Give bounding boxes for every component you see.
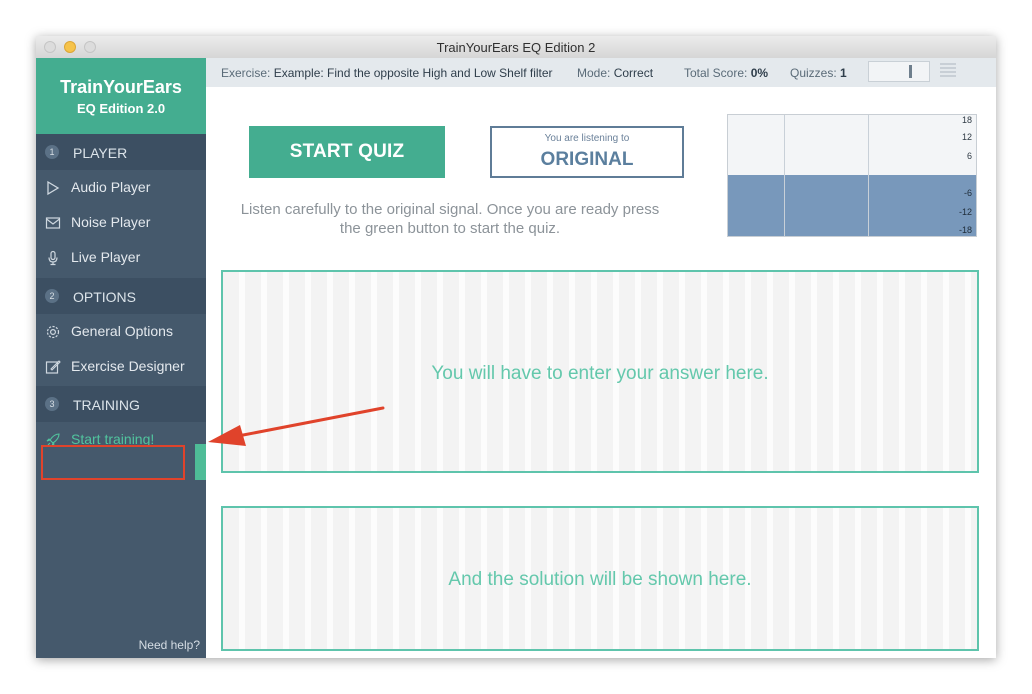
meter-tick: -18	[958, 225, 972, 235]
sidebar-item-exercise-designer[interactable]: Exercise Designer	[36, 349, 206, 384]
microphone-icon	[48, 250, 58, 266]
section-number: 2	[45, 289, 59, 303]
annotation-highlight-box	[41, 445, 185, 480]
section-number: 3	[45, 397, 59, 411]
answer-placeholder: You will have to enter your answer here.	[431, 363, 769, 384]
sidebar-item-audio-player[interactable]: Audio Player	[36, 170, 206, 205]
score-label: Total Score:	[684, 66, 748, 80]
sidebar-item-label: Exercise Designer	[71, 358, 185, 374]
sidebar-item-label: Noise Player	[71, 214, 151, 230]
section-player: 1 PLAYER	[36, 134, 206, 170]
mode-value: Correct	[613, 66, 654, 80]
quizzes-info: Quizzes: 1	[790, 66, 847, 80]
meter-tick: 6	[966, 151, 972, 161]
section-label: OPTIONS	[73, 289, 137, 305]
level-meter-icon	[940, 63, 956, 81]
section-options: 2 OPTIONS	[36, 278, 206, 314]
sidebar-item-noise-player[interactable]: Noise Player	[36, 205, 206, 240]
section-label: TRAINING	[73, 397, 140, 413]
sidebar-item-label: Audio Player	[71, 179, 151, 195]
meter-positive-area	[728, 115, 976, 175]
meter-gridline	[868, 115, 869, 236]
section-training: 3 TRAINING	[36, 386, 206, 422]
title-bar: TrainYourEars EQ Edition 2	[36, 36, 996, 59]
active-indicator	[195, 444, 206, 480]
score-info: Total Score: 0%	[684, 66, 768, 80]
instructions-text: Listen carefully to the original signal.…	[240, 201, 660, 237]
edit-icon	[45, 360, 61, 374]
volume-slider-knob[interactable]	[909, 65, 912, 78]
score-value: 0%	[750, 66, 769, 80]
quizzes-label: Quizzes:	[790, 66, 837, 80]
app-window: TrainYourEars EQ Edition 2 TrainYourEars…	[36, 36, 996, 658]
quizzes-value: 1	[840, 66, 847, 80]
status-bar: Exercise: Example: Find the opposite Hig…	[206, 58, 996, 87]
play-icon	[47, 180, 60, 196]
mode-label: Mode:	[577, 66, 611, 80]
volume-slider[interactable]	[868, 61, 930, 82]
window-title: TrainYourEars EQ Edition 2	[436, 40, 596, 55]
help-link[interactable]: Need help?	[139, 638, 200, 652]
meter-gridline	[784, 115, 785, 236]
listening-indicator[interactable]: You are listening to ORIGINAL	[490, 126, 684, 178]
meter-tick: -12	[958, 207, 972, 217]
section-label: PLAYER	[73, 145, 128, 161]
exercise-value: Example: Find the opposite High and Low …	[273, 66, 553, 80]
solution-placeholder: And the solution will be shown here.	[448, 569, 752, 590]
sidebar: TrainYourEars EQ Edition 2.0 1 PLAYER Au…	[36, 58, 206, 658]
meter-tick: -6	[963, 188, 972, 198]
meter-negative-area	[728, 175, 976, 236]
listening-caption: You are listening to	[544, 133, 630, 144]
sidebar-item-live-player[interactable]: Live Player	[36, 240, 206, 275]
sidebar-item-general-options[interactable]: General Options	[36, 314, 206, 349]
exercise-info: Exercise: Example: Find the opposite Hig…	[221, 66, 553, 80]
meter-tick: 18	[961, 115, 972, 125]
main-content: Exercise: Example: Find the opposite Hig…	[206, 58, 996, 658]
eq-meter: 18 12 6 -6 -12 -18	[727, 114, 977, 237]
section-number: 1	[45, 145, 59, 159]
brand-header: TrainYourEars EQ Edition 2.0	[36, 58, 206, 134]
sidebar-item-label: General Options	[71, 323, 173, 339]
mode-info: Mode: Correct	[577, 66, 653, 80]
sidebar-item-label: Live Player	[71, 249, 141, 265]
answer-panel[interactable]: You will have to enter your answer here.	[221, 270, 979, 473]
start-quiz-button[interactable]: START QUIZ	[249, 126, 445, 178]
meter-tick: 12	[961, 132, 972, 142]
brand-edition: EQ Edition 2.0	[76, 101, 166, 116]
solution-panel: And the solution will be shown here.	[221, 506, 979, 651]
gear-icon	[46, 325, 60, 339]
brand-name: TrainYourEars	[60, 77, 182, 97]
noise-icon	[45, 217, 61, 229]
exercise-label: Exercise:	[221, 66, 271, 80]
listening-value: ORIGINAL	[540, 149, 634, 170]
